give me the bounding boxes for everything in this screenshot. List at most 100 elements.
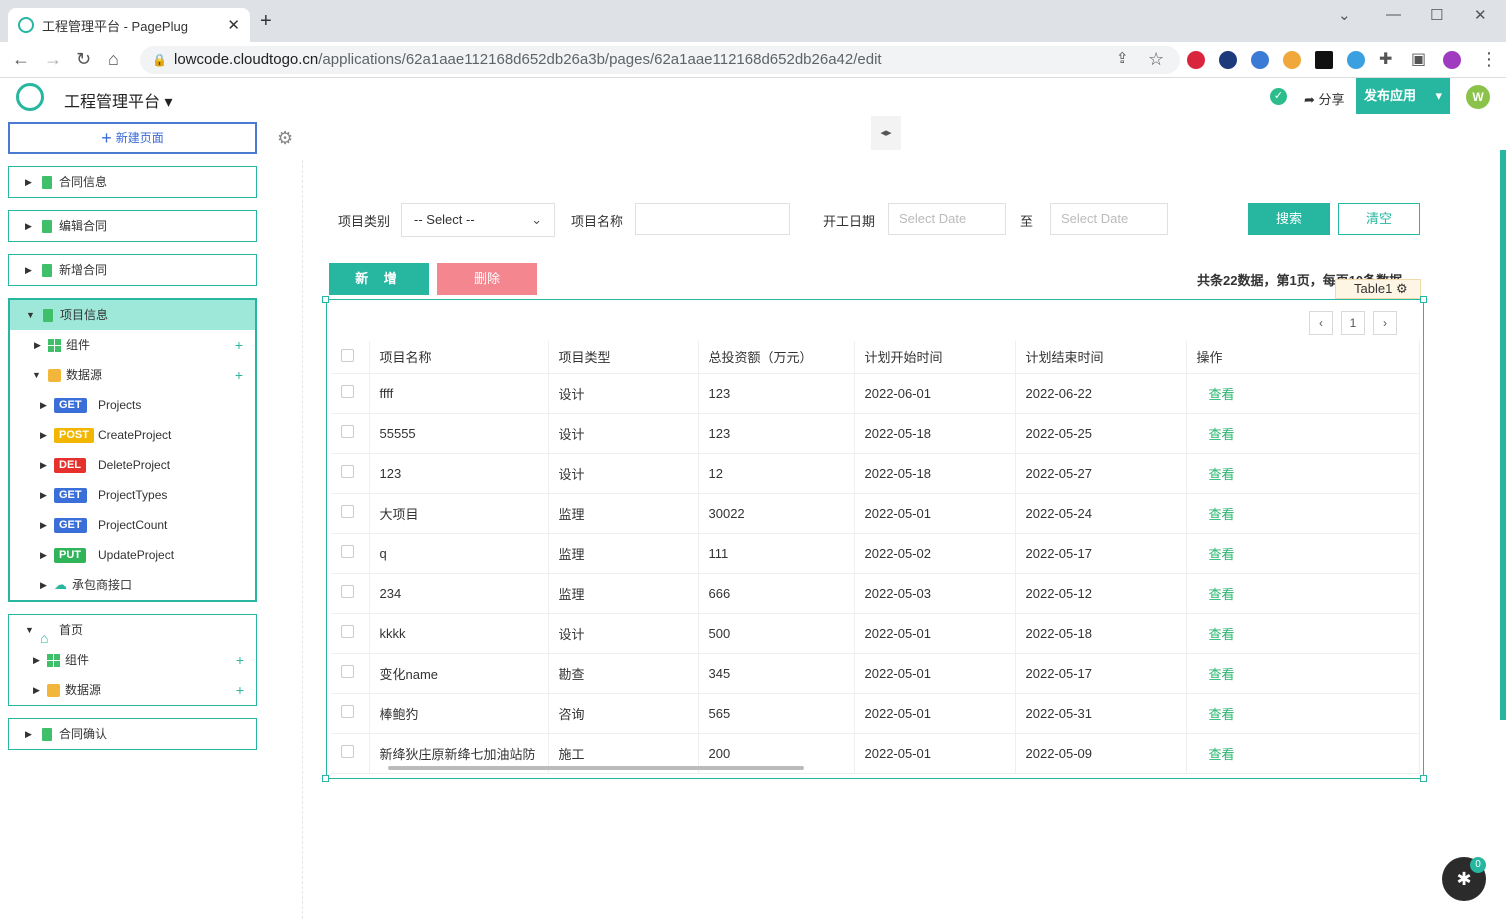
share-page-icon[interactable]: ⇪ [1116, 49, 1129, 67]
row-checkbox[interactable] [331, 373, 370, 414]
canvas-scrollbar[interactable] [1500, 150, 1506, 720]
api-item[interactable]: ▶ GET ProjectCount [10, 510, 255, 540]
page-header-project-info[interactable]: ▼ 项目信息 [10, 300, 255, 330]
column-header[interactable]: 总投资额（万元） [698, 341, 855, 374]
api-item[interactable]: ▶ GET ProjectTypes [10, 480, 255, 510]
widget-settings-gear-icon[interactable]: ⚙ [1396, 281, 1408, 296]
page-number[interactable]: 1 [1341, 311, 1365, 335]
api-item[interactable]: ▶ POST CreateProject [10, 420, 255, 450]
publish-button[interactable]: 发布应用 ▾ [1356, 78, 1450, 114]
clear-button[interactable]: 清空 [1338, 203, 1420, 235]
page-item-contract-info[interactable]: ▶ 合同信息 [8, 166, 257, 198]
maximize-icon[interactable]: ☐ [1430, 6, 1443, 24]
api-item[interactable]: ▶ GET Projects [10, 390, 255, 420]
page-item-contract-confirm[interactable]: ▶ 合同确认 [8, 718, 257, 750]
add-datasource-icon[interactable]: + [236, 675, 244, 705]
resize-handle[interactable] [1420, 296, 1427, 303]
add-widget-icon[interactable]: + [236, 645, 244, 675]
resize-handle[interactable] [322, 775, 329, 782]
profile-avatar-icon[interactable] [1443, 51, 1461, 69]
user-avatar[interactable]: W [1466, 85, 1490, 109]
collapse-panel-icon[interactable]: ◂▸ [871, 116, 901, 150]
row-checkbox[interactable] [331, 613, 370, 654]
table-row[interactable]: q 监理 111 2022-05-02 2022-05-17 查看 [331, 533, 1420, 574]
view-link[interactable]: 查看 [1186, 493, 1420, 534]
row-checkbox[interactable] [331, 653, 370, 694]
back-icon[interactable]: ← [12, 49, 30, 70]
close-window-icon[interactable]: ✕ [1474, 6, 1487, 24]
add-datasource-icon[interactable]: + [235, 360, 243, 390]
api-item-contractor[interactable]: ▶ ☁ 承包商接口 [10, 570, 255, 600]
datasource-group[interactable]: ▶ 数据源 + [9, 675, 256, 705]
side-panel-icon[interactable]: ▣ [1411, 49, 1426, 69]
home-icon[interactable]: ⌂ [108, 49, 119, 70]
extension-icon[interactable] [1187, 51, 1205, 69]
date-from-input[interactable]: Select Date [888, 203, 1006, 235]
publish-dropdown-icon[interactable]: ▾ [1435, 78, 1442, 114]
extension-icon[interactable] [1315, 51, 1333, 69]
row-checkbox[interactable] [331, 453, 370, 494]
table-row[interactable]: 大项目 监理 30022 2022-05-01 2022-05-24 查看 [331, 493, 1420, 534]
delete-button[interactable]: 删除 [437, 263, 537, 295]
column-header[interactable]: 计划开始时间 [854, 341, 1016, 374]
new-tab-icon[interactable]: + [260, 10, 272, 33]
next-page-button[interactable]: › [1373, 311, 1397, 335]
close-tab-icon[interactable]: ✕ [227, 16, 240, 34]
datasource-group[interactable]: ▼ 数据源 + [10, 360, 255, 390]
resize-handle[interactable] [322, 296, 329, 303]
column-header[interactable]: 计划结束时间 [1015, 341, 1187, 374]
table-row[interactable]: 棒鲍犳 咨询 565 2022-05-01 2022-05-31 查看 [331, 693, 1420, 734]
reload-icon[interactable]: ↻ [76, 49, 91, 70]
project-type-select[interactable]: -- Select -- ⌄ [401, 203, 555, 237]
row-checkbox[interactable] [331, 573, 370, 614]
page-item-project-info[interactable]: ▼ 项目信息 ▶ 组件 + ▼ 数据源 + ▶ GET Projects ▶ POST Creat… [8, 298, 257, 602]
table-row[interactable]: kkkk 设计 500 2022-05-01 2022-05-18 查看 [331, 613, 1420, 654]
table-row[interactable]: 234 监理 666 2022-05-03 2022-05-12 查看 [331, 573, 1420, 614]
page-item-home[interactable]: ▼ ⌂ 首页 ▶ 组件 + ▶ 数据源 + [8, 614, 257, 706]
browser-menu-icon[interactable]: ⋮ [1480, 49, 1498, 70]
table-horizontal-scrollbar[interactable] [388, 766, 804, 770]
resize-handle[interactable] [1420, 775, 1427, 782]
row-checkbox[interactable] [331, 733, 370, 774]
add-button[interactable]: 新 增 [329, 263, 429, 295]
date-to-input[interactable]: Select Date [1050, 203, 1168, 235]
project-name-input[interactable] [635, 203, 790, 235]
prev-page-button[interactable]: ‹ [1309, 311, 1333, 335]
row-checkbox[interactable] [331, 413, 370, 454]
view-link[interactable]: 查看 [1186, 573, 1420, 614]
forward-icon[interactable]: → [44, 49, 62, 70]
app-name-menu[interactable]: 工程管理平台 ▾ [64, 88, 172, 112]
page-settings-gear-icon[interactable]: ⚙ [277, 128, 293, 149]
extension-icon[interactable] [1283, 51, 1301, 69]
table-row[interactable]: 55555 设计 123 2022-05-18 2022-05-25 查看 [331, 413, 1420, 454]
bookmark-star-icon[interactable]: ☆ [1148, 49, 1164, 70]
minimize-icon[interactable]: — [1386, 6, 1401, 23]
widgets-group[interactable]: ▶ 组件 + [9, 645, 256, 675]
table-row[interactable]: 变化name 勘查 345 2022-05-01 2022-05-17 查看 [331, 653, 1420, 694]
new-page-button[interactable]: + 新建页面 [8, 122, 257, 154]
app-logo-icon[interactable] [16, 83, 44, 111]
chevron-down-icon[interactable]: ⌄ [1338, 6, 1351, 24]
share-button[interactable]: ➦ 分享 [1304, 89, 1345, 108]
address-bar[interactable]: 🔒 lowcode.cloudtogo.cn/applications/62a1… [140, 46, 1180, 74]
row-checkbox[interactable] [331, 533, 370, 574]
view-link[interactable]: 查看 [1186, 453, 1420, 494]
view-link[interactable]: 查看 [1186, 533, 1420, 574]
view-link[interactable]: 查看 [1186, 693, 1420, 734]
view-link[interactable]: 查看 [1186, 373, 1420, 414]
extensions-puzzle-icon[interactable]: ✚ [1379, 49, 1392, 69]
view-link[interactable]: 查看 [1186, 413, 1420, 454]
view-link[interactable]: 查看 [1186, 733, 1420, 774]
row-checkbox[interactable] [331, 693, 370, 734]
view-link[interactable]: 查看 [1186, 653, 1420, 694]
extension-icon[interactable] [1251, 51, 1269, 69]
view-link[interactable]: 查看 [1186, 613, 1420, 654]
page-item-add-contract[interactable]: ▶ 新增合同 [8, 254, 257, 286]
row-checkbox[interactable] [331, 493, 370, 534]
extension-icon[interactable] [1219, 51, 1237, 69]
widgets-group[interactable]: ▶ 组件 + [10, 330, 255, 360]
column-header[interactable]: 项目名称 [369, 341, 549, 374]
add-widget-icon[interactable]: + [235, 330, 243, 360]
select-all-checkbox[interactable] [331, 341, 370, 374]
extension-icon[interactable] [1347, 51, 1365, 69]
